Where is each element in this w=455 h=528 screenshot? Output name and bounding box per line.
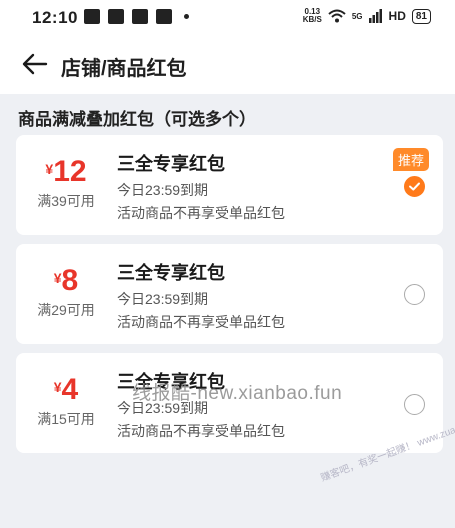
coupon-title: 三全专享红包 bbox=[117, 154, 225, 174]
coupon-select-radio[interactable] bbox=[404, 284, 425, 305]
watermark-text: 线报酷-new.xianbao.fun bbox=[132, 383, 343, 404]
coupon-value: 12 bbox=[53, 155, 87, 188]
status-bar: 12:10 0.13 KB/S 5G HD 81 bbox=[0, 0, 455, 36]
hd-label: HD bbox=[388, 9, 406, 23]
status-time: 12:10 bbox=[32, 8, 78, 27]
notification-app-icon bbox=[132, 9, 148, 24]
coupon-amount: ¥8 bbox=[16, 264, 116, 298]
coupon-condition: 满39可用 bbox=[37, 193, 95, 209]
checkmark-icon bbox=[409, 182, 420, 191]
signal-label: 5G bbox=[351, 11, 363, 21]
coupon-condition: 满15可用 bbox=[37, 411, 95, 427]
notification-icons bbox=[84, 9, 189, 24]
coupon-amount: ¥12 bbox=[16, 155, 116, 189]
currency-symbol: ¥ bbox=[45, 161, 54, 177]
notification-app-icon bbox=[108, 9, 124, 24]
recommended-tag: 推荐 bbox=[392, 148, 429, 171]
coupon-select-radio[interactable] bbox=[404, 176, 425, 197]
coupon-card[interactable]: ¥8 满29可用 三全专享红包 今日23:59到期 活动商品不再享受单品红包 bbox=[16, 244, 443, 344]
coupon-description: 活动商品不再享受单品红包 bbox=[117, 423, 285, 439]
header: 店铺/商品红包 bbox=[0, 36, 455, 94]
network-speed: 0.13 KB/S bbox=[302, 7, 322, 24]
coupon-description: 活动商品不再享受单品红包 bbox=[117, 314, 285, 330]
coupon-select-radio[interactable] bbox=[404, 394, 425, 415]
coupon-title: 三全专享红包 bbox=[117, 263, 225, 283]
system-icons: 0.13 KB/S 5G HD 81 bbox=[303, 8, 431, 24]
coupon-expiry: 今日23:59到期 bbox=[117, 182, 209, 198]
notification-app-icon bbox=[84, 9, 100, 24]
back-arrow-icon[interactable] bbox=[22, 52, 48, 76]
battery-icon: 81 bbox=[411, 8, 431, 24]
coupon-expiry: 今日23:59到期 bbox=[117, 291, 209, 307]
coupon-value: 8 bbox=[61, 264, 79, 297]
page-title: 店铺/商品红包 bbox=[61, 58, 187, 80]
coupon-condition: 满29可用 bbox=[37, 302, 95, 318]
section-title: 商品满减叠加红包（可选多个） bbox=[18, 110, 256, 129]
coupon-amount: ¥4 bbox=[16, 373, 116, 407]
coupon-card[interactable]: ¥12 满39可用 三全专享红包 今日23:59到期 活动商品不再享受单品红包 … bbox=[16, 135, 443, 235]
currency-symbol: ¥ bbox=[53, 379, 62, 395]
wifi-icon bbox=[328, 9, 346, 23]
signal-icon bbox=[368, 9, 382, 23]
more-notifications-dot-icon bbox=[184, 14, 189, 19]
currency-symbol: ¥ bbox=[53, 270, 62, 286]
notification-app-icon bbox=[156, 9, 172, 24]
coupon-value: 4 bbox=[61, 373, 79, 406]
coupon-description: 活动商品不再享受单品红包 bbox=[117, 205, 285, 221]
